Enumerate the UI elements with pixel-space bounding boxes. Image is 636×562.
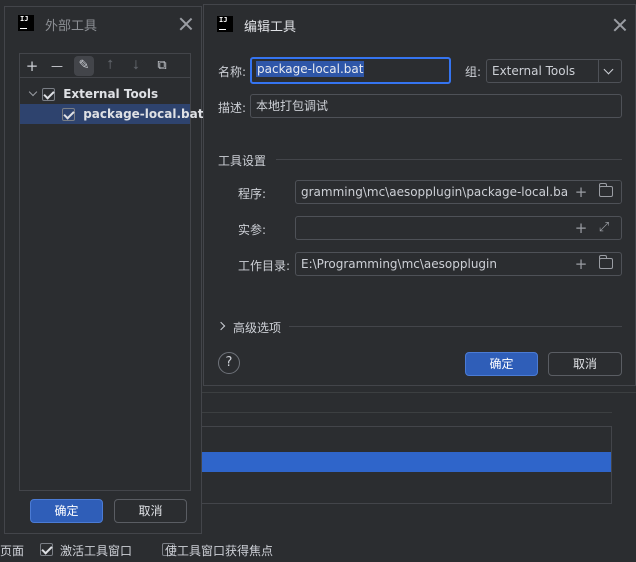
group-checkbox[interactable] (42, 88, 55, 101)
activate-tool-window-checkbox[interactable] (40, 543, 53, 556)
move-up-icon[interactable]: ⭡ (100, 56, 120, 76)
insert-macro-icon[interactable]: + (573, 256, 589, 272)
chevron-right-icon[interactable] (216, 321, 226, 331)
edit-icon[interactable]: ✎ (74, 56, 94, 76)
arguments-input[interactable]: + ⤢ (295, 216, 622, 240)
divider (276, 159, 622, 160)
expand-icon[interactable]: ⤢ (596, 220, 612, 236)
intellij-logo-icon: IJ (18, 15, 34, 31)
name-input-value: package-local.bat (256, 61, 365, 77)
dialog-title: 外部工具 (45, 19, 98, 34)
add-icon[interactable]: + (22, 56, 42, 76)
focus-tool-window-label: 使工具窗口获得焦点 (165, 544, 274, 558)
dialog-title: 编辑工具 (244, 20, 297, 35)
copy-icon[interactable]: ⧉ (152, 56, 172, 76)
tree-item-package-local[interactable]: package-local.bat (20, 104, 203, 124)
help-icon[interactable]: ? (218, 352, 240, 374)
partial-label: 页面 (0, 544, 25, 558)
group-select[interactable]: External Tools (486, 59, 622, 83)
cancel-button[interactable]: 取消 (114, 499, 187, 523)
chevron-down-icon[interactable] (28, 87, 38, 97)
name-input[interactable]: package-local.bat (250, 57, 451, 84)
intellij-logo-icon: IJ (217, 16, 233, 32)
divider (202, 392, 636, 393)
tree-group-external-tools[interactable]: External Tools (20, 84, 190, 104)
folder-icon[interactable] (598, 255, 613, 269)
group-select-value: External Tools (492, 64, 576, 78)
close-icon[interactable] (613, 18, 627, 32)
name-label: 名称: (218, 65, 247, 79)
external-tools-dialog: IJ 外部工具 + — ✎ ⭡ ⭣ ⧉ External Tools packa… (4, 6, 203, 534)
bottom-options-bar: 页面 激活工具窗口 使工具窗口获得焦点 (0, 538, 636, 562)
tree-toolbar: + — ✎ ⭡ ⭣ ⧉ (20, 54, 190, 78)
program-input-value: gramming\mc\aesopplugin\package-local.ba… (301, 185, 573, 199)
insert-macro-icon[interactable]: + (573, 184, 589, 200)
group-label: 组: (465, 65, 482, 79)
folder-icon[interactable] (598, 183, 613, 197)
working-directory-input-value: E:\Programming\mc\aesopplugin (301, 257, 497, 271)
item-checkbox[interactable] (62, 108, 75, 121)
tool-settings-heading: 工具设置 (218, 154, 267, 168)
description-label: 描述: (218, 101, 247, 115)
divider (202, 412, 612, 413)
description-input[interactable]: 本地打包调试 (250, 94, 622, 118)
edit-tool-dialog: IJ 编辑工具 名称: package-local.bat 组: Externa… (203, 4, 636, 386)
tools-tree-panel: + — ✎ ⭡ ⭣ ⧉ External Tools package-local… (19, 53, 203, 491)
close-icon[interactable] (179, 17, 193, 31)
move-down-icon[interactable]: ⭣ (126, 56, 146, 76)
item-label: package-local.bat (83, 107, 204, 121)
background-selected-row[interactable] (197, 452, 611, 472)
activate-tool-window-label: 激活工具窗口 (60, 544, 133, 558)
working-directory-label: 工作目录: (238, 259, 291, 273)
divider (289, 326, 622, 327)
dialog-titlebar: IJ 外部工具 (5, 7, 201, 39)
divider (598, 60, 599, 82)
description-input-value: 本地打包调试 (256, 99, 329, 113)
program-label: 程序: (238, 187, 267, 201)
ok-button[interactable]: 确定 (465, 352, 538, 376)
cancel-button[interactable]: 取消 (548, 352, 622, 376)
program-input[interactable]: gramming\mc\aesopplugin\package-local.ba… (295, 180, 622, 204)
chevron-down-icon[interactable] (603, 64, 614, 75)
remove-icon[interactable]: — (47, 56, 67, 76)
advanced-options-label: 高级选项 (233, 321, 282, 335)
arguments-label: 实参: (238, 223, 267, 237)
insert-macro-icon[interactable]: + (573, 220, 589, 236)
group-label: External Tools (63, 87, 159, 101)
working-directory-input[interactable]: E:\Programming\mc\aesopplugin + (295, 252, 622, 276)
ok-button[interactable]: 确定 (30, 499, 103, 523)
